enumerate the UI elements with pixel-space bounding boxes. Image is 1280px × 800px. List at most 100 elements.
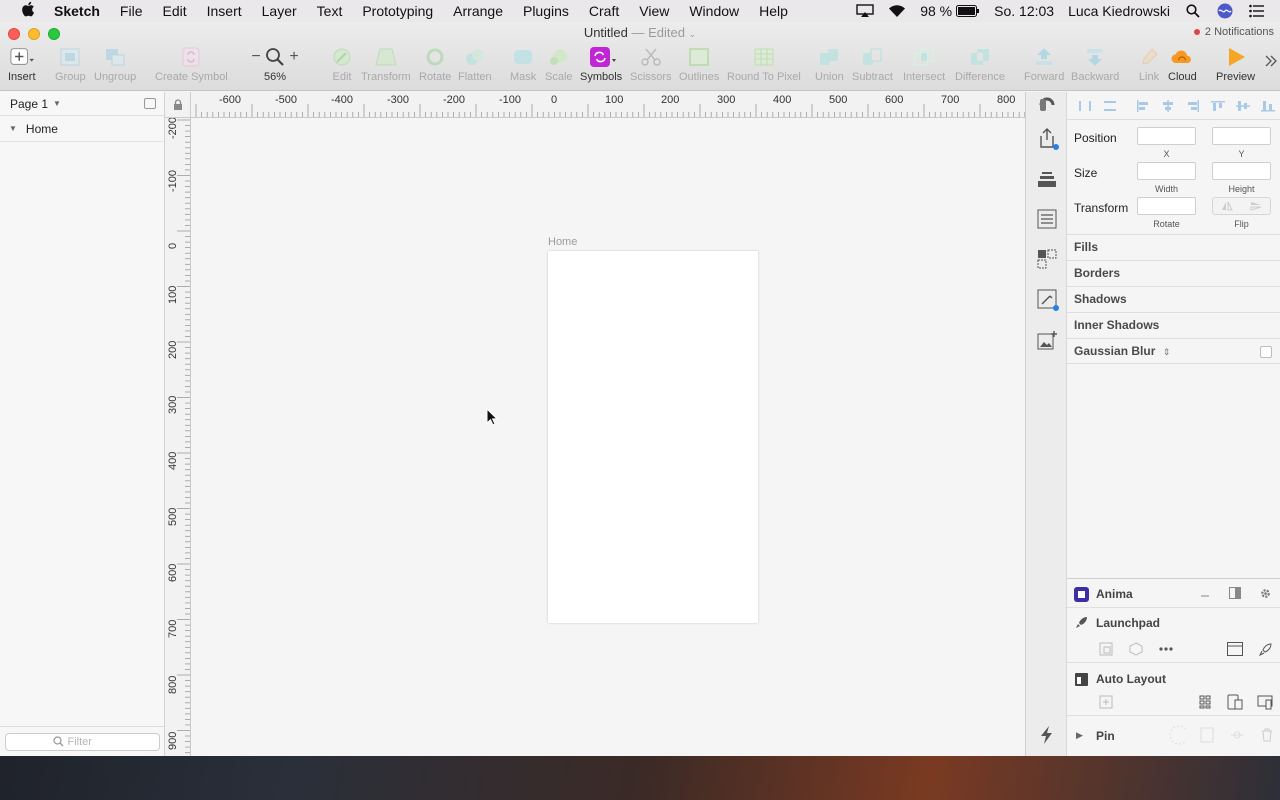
backward-button[interactable]: Backward	[1071, 46, 1119, 83]
ungroup-button[interactable]: Ungroup	[94, 46, 136, 83]
align-middle-icon[interactable]	[1230, 99, 1255, 113]
menu-arrange[interactable]: Arrange	[453, 3, 503, 19]
flip-vertical-icon[interactable]	[1242, 198, 1271, 214]
wifi-icon[interactable]	[888, 2, 906, 20]
distribute-horizontal-icon[interactable]	[1073, 99, 1098, 113]
menu-bar-user[interactable]: Luca Kiedrowski	[1068, 3, 1170, 19]
menu-app-sketch[interactable]: Sketch	[54, 3, 100, 19]
mask-button[interactable]: Mask	[510, 46, 536, 83]
edit-button[interactable]: Edit	[330, 46, 354, 83]
x-position-field[interactable]	[1137, 127, 1196, 145]
gaussian-blur-checkbox[interactable]	[1260, 346, 1272, 358]
trash-icon[interactable]	[1258, 726, 1276, 744]
gear-icon[interactable]	[1256, 584, 1274, 602]
menu-view[interactable]: View	[639, 3, 669, 19]
group-button[interactable]: Group	[55, 46, 86, 83]
zoom-in-button[interactable]: +	[287, 48, 301, 66]
preview-button[interactable]: Preview	[1216, 46, 1255, 83]
intersect-button[interactable]: Intersect	[903, 46, 945, 83]
zoom-magnifier-icon[interactable]	[263, 46, 287, 68]
lightning-icon[interactable]	[1034, 722, 1060, 748]
ruler-lock-button[interactable]	[165, 92, 191, 118]
notification-center-icon[interactable]	[1248, 2, 1266, 20]
vector-pen-icon[interactable]	[1034, 286, 1060, 312]
up-down-chevron-icon[interactable]: ⇕	[1163, 347, 1171, 357]
fills-section[interactable]: Fills	[1067, 234, 1280, 260]
scale-button[interactable]: Scale	[545, 46, 573, 83]
pin-edge-icon[interactable]	[1228, 726, 1246, 744]
transform-button[interactable]: Transform	[361, 46, 411, 83]
artboards-icon[interactable]	[1097, 640, 1115, 658]
distribute-vertical-icon[interactable]	[1098, 99, 1123, 113]
grid-icon[interactable]	[1196, 693, 1214, 711]
inner-shadows-section[interactable]: Inner Shadows	[1067, 312, 1280, 338]
align-bottom-icon[interactable]	[1255, 99, 1280, 113]
export-share-icon[interactable]	[1034, 125, 1060, 151]
pin-disclosure-icon[interactable]: ▶	[1076, 730, 1083, 741]
menu-insert[interactable]: Insert	[207, 3, 242, 19]
pin-all-icon[interactable]	[1168, 725, 1186, 745]
pin-center-icon[interactable]	[1198, 726, 1216, 744]
canvas[interactable]: Home	[191, 118, 1025, 756]
align-right-icon[interactable]	[1180, 99, 1205, 113]
scissors-button[interactable]: Scissors	[630, 46, 672, 83]
document-title[interactable]: Untitled — Edited ⌄	[0, 25, 1280, 40]
create-symbol-button[interactable]: Create Symbol	[155, 46, 228, 83]
align-top-icon[interactable]	[1205, 99, 1230, 113]
siri-icon[interactable]	[1216, 2, 1234, 20]
link-button[interactable]: Link	[1137, 46, 1161, 83]
menu-help[interactable]: Help	[759, 3, 788, 19]
cloud-button[interactable]: Cloud	[1168, 46, 1197, 83]
menu-window[interactable]: Window	[689, 3, 739, 19]
pin-row[interactable]: ▶ Pin	[1067, 716, 1280, 756]
menu-plugins[interactable]: Plugins	[523, 3, 569, 19]
flip-horizontal-icon[interactable]	[1213, 198, 1242, 214]
round-to-pixel-button[interactable]: Round To Pixel	[727, 46, 801, 83]
device-preview-icon[interactable]	[1226, 693, 1244, 711]
shadows-section[interactable]: Shadows	[1067, 286, 1280, 312]
responsive-icon[interactable]	[1256, 693, 1274, 711]
launch-rocket-icon[interactable]	[1256, 640, 1274, 658]
symbol-organizer-icon[interactable]	[1034, 246, 1060, 272]
page-selector[interactable]: Page 1 ▼	[0, 92, 164, 116]
y-position-field[interactable]	[1212, 127, 1271, 145]
align-center-icon[interactable]	[1155, 99, 1180, 113]
subtract-button[interactable]: Subtract	[852, 46, 893, 83]
disclosure-triangle-icon[interactable]: ▼	[9, 124, 17, 133]
forward-button[interactable]: Forward	[1024, 46, 1064, 83]
layer-row-home[interactable]: ▼ Home	[0, 116, 164, 142]
spotlight-search-icon[interactable]	[1184, 2, 1202, 20]
layers-stack-icon[interactable]	[1034, 166, 1060, 192]
borders-section[interactable]: Borders	[1067, 260, 1280, 286]
menu-prototyping[interactable]: Prototyping	[362, 3, 433, 19]
browser-window-icon[interactable]	[1226, 640, 1244, 658]
align-left-icon[interactable]	[1131, 99, 1156, 113]
menu-edit[interactable]: Edit	[162, 3, 186, 19]
horizontal-ruler[interactable]: -600 -500 -400 -300 -200 -100 0 100 200 …	[191, 92, 1025, 118]
apple-menu-icon[interactable]	[20, 1, 36, 21]
width-field[interactable]	[1137, 162, 1196, 180]
menu-bar-clock[interactable]: So. 12:03	[994, 3, 1054, 19]
gaussian-blur-section[interactable]: Gaussian Blur ⇕	[1067, 338, 1280, 364]
height-field[interactable]	[1212, 162, 1271, 180]
symbols-button[interactable]: Symbols	[580, 46, 622, 83]
rotate-button[interactable]: Rotate	[419, 46, 451, 83]
collapse-pages-icon[interactable]	[144, 98, 156, 109]
layout-add-icon[interactable]	[1097, 693, 1115, 711]
menu-craft[interactable]: Craft	[589, 3, 619, 19]
sidebar-toggle-icon[interactable]	[1034, 92, 1060, 118]
notifications-button[interactable]: 2 Notifications	[1193, 26, 1274, 38]
artboard-home[interactable]	[548, 251, 758, 623]
difference-button[interactable]: Difference	[955, 46, 1005, 83]
add-image-icon[interactable]	[1034, 327, 1060, 353]
union-button[interactable]: Union	[815, 46, 844, 83]
text-styles-icon[interactable]	[1034, 206, 1060, 232]
filter-input[interactable]: Filter	[4, 732, 160, 751]
cube-icon[interactable]	[1127, 640, 1145, 658]
menu-layer[interactable]: Layer	[262, 3, 297, 19]
airplay-icon[interactable]	[856, 2, 874, 20]
menu-file[interactable]: File	[120, 3, 143, 19]
split-view-icon[interactable]	[1226, 584, 1244, 602]
more-dots-icon[interactable]	[1157, 640, 1175, 658]
insert-button[interactable]: Insert	[8, 46, 36, 83]
